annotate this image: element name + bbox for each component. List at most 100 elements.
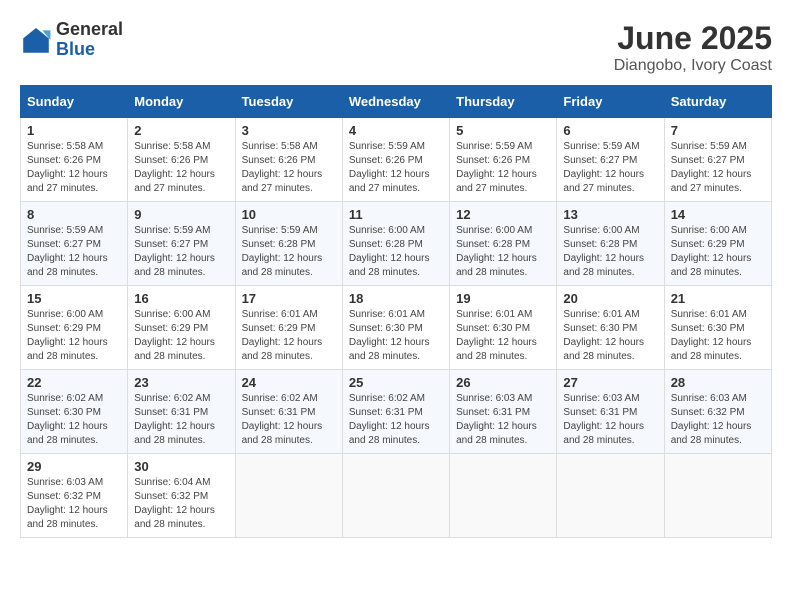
- cell-0-3: 4Sunrise: 5:59 AM Sunset: 6:26 PM Daylig…: [342, 118, 449, 202]
- day-info: Sunrise: 6:03 AM Sunset: 6:31 PM Dayligh…: [456, 392, 550, 448]
- day-number: 25: [349, 375, 443, 390]
- day-info: Sunrise: 5:59 AM Sunset: 6:28 PM Dayligh…: [242, 224, 336, 280]
- day-info: Sunrise: 6:02 AM Sunset: 6:31 PM Dayligh…: [349, 392, 443, 448]
- day-info: Sunrise: 6:03 AM Sunset: 6:32 PM Dayligh…: [27, 476, 121, 532]
- day-number: 26: [456, 375, 550, 390]
- day-info: Sunrise: 5:59 AM Sunset: 6:26 PM Dayligh…: [349, 140, 443, 196]
- day-info: Sunrise: 6:00 AM Sunset: 6:28 PM Dayligh…: [349, 224, 443, 280]
- week-row-1: 1 Sunrise: 5:58 AM Sunset: 6:26 PM Daylig…: [21, 118, 772, 202]
- day-number: 27: [563, 375, 657, 390]
- header-friday: Friday: [557, 86, 664, 118]
- cell-0-2: 3Sunrise: 5:58 AM Sunset: 6:26 PM Daylig…: [235, 118, 342, 202]
- day-number: 5: [456, 123, 550, 138]
- day-number: 7: [671, 123, 765, 138]
- day-info: Sunrise: 6:01 AM Sunset: 6:30 PM Dayligh…: [349, 308, 443, 364]
- day-number: 19: [456, 291, 550, 306]
- cell-3-5: 27 Sunrise: 6:03 AM Sunset: 6:31 PM Dayli…: [557, 370, 664, 454]
- cell-4-1: 30 Sunrise: 6:04 AM Sunset: 6:32 PM Dayli…: [128, 454, 235, 538]
- cell-1-2: 10 Sunrise: 5:59 AM Sunset: 6:28 PM Dayli…: [235, 202, 342, 286]
- day-info: Sunrise: 6:00 AM Sunset: 6:28 PM Dayligh…: [456, 224, 550, 280]
- header-tuesday: Tuesday: [235, 86, 342, 118]
- day-number: 23: [134, 375, 228, 390]
- day-number: 18: [349, 291, 443, 306]
- day-number: 10: [242, 207, 336, 222]
- cell-1-6: 14Sunrise: 6:00 AM Sunset: 6:29 PM Dayli…: [664, 202, 771, 286]
- logo-blue: Blue: [56, 40, 123, 60]
- cell-0-4: 5 Sunrise: 5:59 AM Sunset: 6:26 PM Daylig…: [450, 118, 557, 202]
- day-info: Sunrise: 5:58 AM Sunset: 6:26 PM Dayligh…: [134, 140, 228, 196]
- day-info: Sunrise: 6:00 AM Sunset: 6:29 PM Dayligh…: [134, 308, 228, 364]
- calendar-body: 1 Sunrise: 5:58 AM Sunset: 6:26 PM Daylig…: [21, 118, 772, 538]
- week-row-3: 15 Sunrise: 6:00 AM Sunset: 6:29 PM Dayli…: [21, 286, 772, 370]
- day-number: 16: [134, 291, 228, 306]
- cell-4-3: [342, 454, 449, 538]
- cell-0-6: 7 Sunrise: 5:59 AM Sunset: 6:27 PM Daylig…: [664, 118, 771, 202]
- day-number: 6: [563, 123, 657, 138]
- cell-1-0: 8 Sunrise: 5:59 AM Sunset: 6:27 PM Daylig…: [21, 202, 128, 286]
- cell-0-5: 6 Sunrise: 5:59 AM Sunset: 6:27 PM Daylig…: [557, 118, 664, 202]
- cell-0-1: 2Sunrise: 5:58 AM Sunset: 6:26 PM Daylig…: [128, 118, 235, 202]
- day-info: Sunrise: 6:03 AM Sunset: 6:31 PM Dayligh…: [563, 392, 657, 448]
- header-row: SundayMondayTuesdayWednesdayThursdayFrid…: [21, 86, 772, 118]
- cell-2-4: 19 Sunrise: 6:01 AM Sunset: 6:30 PM Dayli…: [450, 286, 557, 370]
- cell-4-2: [235, 454, 342, 538]
- cell-0-0: 1 Sunrise: 5:58 AM Sunset: 6:26 PM Daylig…: [21, 118, 128, 202]
- logo: General Blue: [20, 20, 123, 60]
- day-info: Sunrise: 6:00 AM Sunset: 6:29 PM Dayligh…: [671, 224, 765, 280]
- title-section: June 2025 Diangobo, Ivory Coast: [614, 20, 772, 75]
- day-info: Sunrise: 5:59 AM Sunset: 6:27 PM Dayligh…: [671, 140, 765, 196]
- day-info: Sunrise: 6:03 AM Sunset: 6:32 PM Dayligh…: [671, 392, 765, 448]
- calendar-title: June 2025: [614, 20, 772, 57]
- day-number: 17: [242, 291, 336, 306]
- day-number: 22: [27, 375, 121, 390]
- logo-general: General: [56, 20, 123, 40]
- logo-icon: [20, 24, 52, 56]
- day-info: Sunrise: 6:04 AM Sunset: 6:32 PM Dayligh…: [134, 476, 228, 532]
- cell-3-1: 23 Sunrise: 6:02 AM Sunset: 6:31 PM Dayli…: [128, 370, 235, 454]
- day-info: Sunrise: 5:59 AM Sunset: 6:26 PM Dayligh…: [456, 140, 550, 196]
- day-number: 12: [456, 207, 550, 222]
- day-info: Sunrise: 5:59 AM Sunset: 6:27 PM Dayligh…: [563, 140, 657, 196]
- day-number: 24: [242, 375, 336, 390]
- cell-4-6: [664, 454, 771, 538]
- day-number: 1: [27, 123, 121, 138]
- day-info: Sunrise: 5:59 AM Sunset: 6:27 PM Dayligh…: [134, 224, 228, 280]
- day-info: Sunrise: 6:02 AM Sunset: 6:31 PM Dayligh…: [242, 392, 336, 448]
- cell-2-0: 15 Sunrise: 6:00 AM Sunset: 6:29 PM Dayli…: [21, 286, 128, 370]
- day-info: Sunrise: 6:02 AM Sunset: 6:31 PM Dayligh…: [134, 392, 228, 448]
- day-number: 21: [671, 291, 765, 306]
- calendar-table: SundayMondayTuesdayWednesdayThursdayFrid…: [20, 85, 772, 538]
- day-info: Sunrise: 6:01 AM Sunset: 6:29 PM Dayligh…: [242, 308, 336, 364]
- cell-4-0: 29Sunrise: 6:03 AM Sunset: 6:32 PM Dayli…: [21, 454, 128, 538]
- cell-3-4: 26 Sunrise: 6:03 AM Sunset: 6:31 PM Dayli…: [450, 370, 557, 454]
- cell-2-6: 21 Sunrise: 6:01 AM Sunset: 6:30 PM Dayli…: [664, 286, 771, 370]
- cell-3-6: 28 Sunrise: 6:03 AM Sunset: 6:32 PM Dayli…: [664, 370, 771, 454]
- day-info: Sunrise: 5:58 AM Sunset: 6:26 PM Dayligh…: [27, 140, 121, 196]
- cell-1-1: 9 Sunrise: 5:59 AM Sunset: 6:27 PM Daylig…: [128, 202, 235, 286]
- day-number: 30: [134, 459, 228, 474]
- day-info: Sunrise: 6:01 AM Sunset: 6:30 PM Dayligh…: [671, 308, 765, 364]
- day-info: Sunrise: 6:00 AM Sunset: 6:28 PM Dayligh…: [563, 224, 657, 280]
- cell-1-4: 12 Sunrise: 6:00 AM Sunset: 6:28 PM Dayli…: [450, 202, 557, 286]
- day-info: Sunrise: 6:00 AM Sunset: 6:29 PM Dayligh…: [27, 308, 121, 364]
- day-info: Sunrise: 5:59 AM Sunset: 6:27 PM Dayligh…: [27, 224, 121, 280]
- header-thursday: Thursday: [450, 86, 557, 118]
- day-number: 9: [134, 207, 228, 222]
- week-row-4: 22Sunrise: 6:02 AM Sunset: 6:30 PM Dayli…: [21, 370, 772, 454]
- calendar-subtitle: Diangobo, Ivory Coast: [614, 57, 772, 75]
- logo-text: General Blue: [56, 20, 123, 60]
- cell-2-2: 17 Sunrise: 6:01 AM Sunset: 6:29 PM Dayli…: [235, 286, 342, 370]
- day-number: 8: [27, 207, 121, 222]
- day-info: Sunrise: 6:01 AM Sunset: 6:30 PM Dayligh…: [456, 308, 550, 364]
- cell-2-3: 18 Sunrise: 6:01 AM Sunset: 6:30 PM Dayli…: [342, 286, 449, 370]
- cell-3-3: 25 Sunrise: 6:02 AM Sunset: 6:31 PM Dayli…: [342, 370, 449, 454]
- header-wednesday: Wednesday: [342, 86, 449, 118]
- day-number: 28: [671, 375, 765, 390]
- day-info: Sunrise: 5:58 AM Sunset: 6:26 PM Dayligh…: [242, 140, 336, 196]
- cell-4-5: [557, 454, 664, 538]
- week-row-5: 29Sunrise: 6:03 AM Sunset: 6:32 PM Dayli…: [21, 454, 772, 538]
- cell-3-2: 24 Sunrise: 6:02 AM Sunset: 6:31 PM Dayli…: [235, 370, 342, 454]
- day-number: 15: [27, 291, 121, 306]
- cell-2-1: 16 Sunrise: 6:00 AM Sunset: 6:29 PM Dayli…: [128, 286, 235, 370]
- cell-1-3: 11Sunrise: 6:00 AM Sunset: 6:28 PM Dayli…: [342, 202, 449, 286]
